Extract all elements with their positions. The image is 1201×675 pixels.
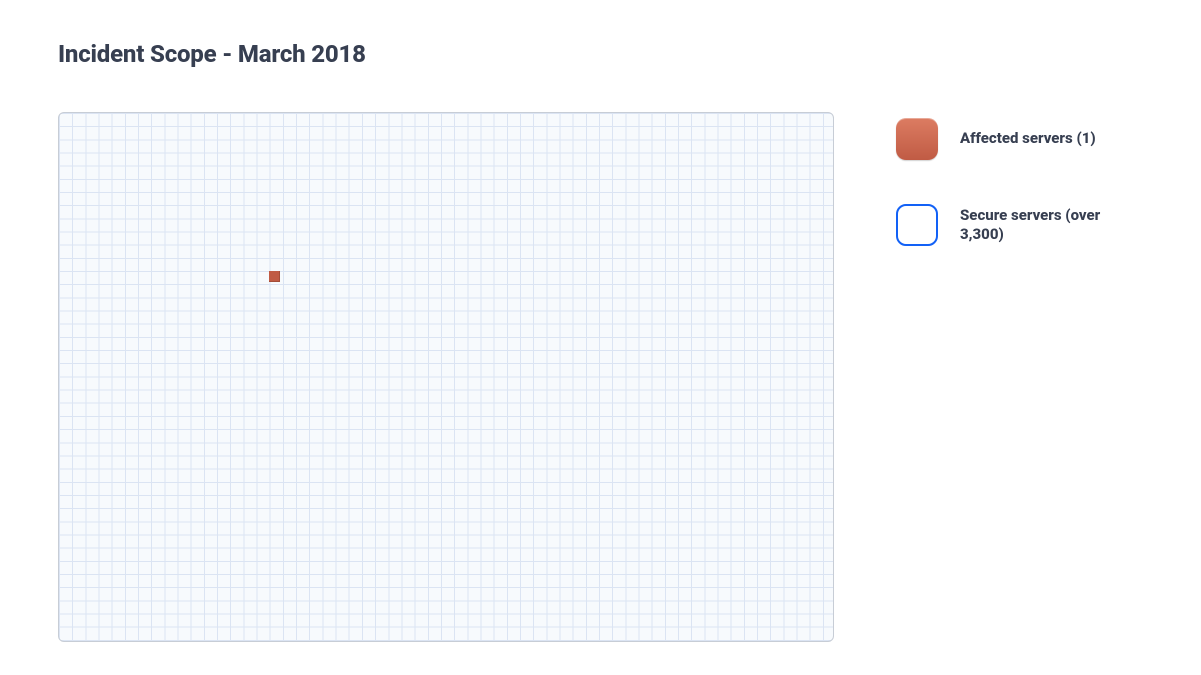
legend: Affected servers (1) Secure servers (ove…	[896, 118, 1156, 290]
legend-label-secure: Secure servers (over 3,300)	[960, 206, 1130, 245]
page-root: Incident Scope - March 2018 Affected ser…	[0, 0, 1201, 675]
legend-label-affected: Affected servers (1)	[960, 129, 1096, 149]
page-title: Incident Scope - March 2018	[58, 40, 1201, 68]
legend-item-secure: Secure servers (over 3,300)	[896, 204, 1156, 246]
legend-swatch-secure	[896, 204, 938, 246]
affected-server-cell	[269, 271, 280, 282]
server-grid	[58, 112, 834, 642]
legend-swatch-affected	[896, 118, 938, 160]
legend-item-affected: Affected servers (1)	[896, 118, 1156, 160]
